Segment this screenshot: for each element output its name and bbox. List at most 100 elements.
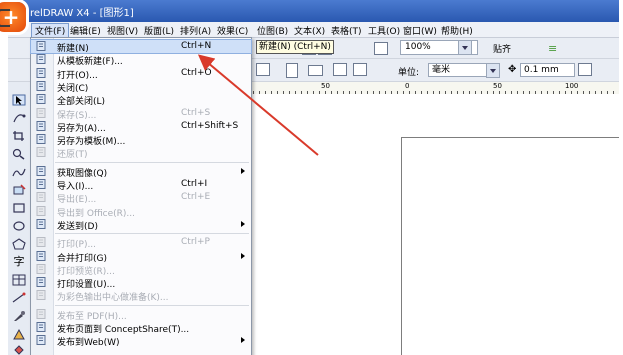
zoom-tool-icon[interactable] (12, 148, 26, 160)
menu-item-label: 为彩色输出中心做准备(K)... (57, 293, 169, 304)
menu-item[interactable]: 工具(O) (365, 24, 403, 37)
file-menu-item[interactable]: 打开(O)... Ctrl+O (31, 67, 251, 81)
print-preview-icon (36, 263, 47, 274)
file-menu-item[interactable]: 打印预览(R)... (31, 263, 251, 277)
file-menu-item[interactable]: 发布页面到 ConceptShare(T)... (31, 321, 251, 335)
table-tool-icon[interactable] (12, 274, 26, 286)
outline-tool-icon[interactable] (12, 328, 26, 340)
zoom-icon[interactable] (374, 42, 388, 55)
print-icon (36, 237, 47, 248)
submenu-arrow-icon (241, 220, 245, 227)
menu-item-label: 全部关闭(L) (57, 97, 106, 108)
file-menu-item[interactable]: 全部关闭(L) (31, 93, 251, 108)
file-menu-item[interactable]: 导入(I)... Ctrl+I (31, 178, 251, 192)
close-all-icon (36, 94, 47, 105)
menu-item-label: 合并打印(G) (57, 253, 107, 264)
shape-tool-icon[interactable] (12, 112, 26, 124)
smart-fill-tool-icon[interactable] (12, 184, 26, 196)
file-menu-item[interactable]: 从模板新建(F)... (31, 53, 251, 68)
menu-item-label: 打印设置(U)... (57, 280, 116, 291)
menu-item[interactable]: 编辑(E) (67, 24, 104, 37)
units-select[interactable]: 毫米 (428, 63, 489, 77)
snap-options-icon[interactable]: ≡ (548, 42, 560, 55)
menu-item[interactable]: 文件(F) (31, 23, 70, 38)
file-menu-item[interactable]: 另存为模板(M)... (31, 133, 251, 147)
menu-item-label: 打印(P)... (57, 240, 97, 251)
conceptshare-icon (36, 322, 47, 332)
file-menu-item[interactable]: 合并打印(G) (31, 250, 251, 264)
file-menu-item[interactable]: 获取图像(Q) (31, 165, 251, 179)
fill-tool-icon[interactable] (12, 344, 26, 355)
file-menu-item[interactable]: 为彩色输出中心做准备(K)... (31, 289, 251, 304)
menu-item[interactable]: 视图(V) (104, 24, 141, 37)
file-menu-item[interactable]: 新建(N) Ctrl+N (30, 39, 252, 54)
file-menu-item[interactable]: 发布到Web(W) (31, 334, 251, 348)
rectangle-tool-icon[interactable] (12, 202, 26, 214)
menu-item-label: 从模板新建(F)... (57, 57, 123, 68)
menu-item-shortcut: Ctrl+S (181, 107, 211, 118)
ruler-label: 100 (565, 82, 579, 90)
menu-item-label: 导入(I)... (57, 182, 94, 192)
ellipse-tool-icon[interactable] (12, 220, 26, 232)
new-tooltip: 新建(N) (Ctrl+N) (256, 40, 334, 54)
current-page-icon[interactable] (353, 63, 367, 76)
ruler-label: 0 (405, 82, 410, 90)
menu-item[interactable]: 表格(T) (328, 24, 365, 37)
open-folder-icon (36, 67, 47, 78)
import-icon (36, 179, 47, 189)
file-menu-item[interactable]: 打印设置(U)... (31, 276, 251, 291)
file-menu-item[interactable]: 导出(E)... Ctrl+E (31, 191, 251, 205)
page-border[interactable] (401, 137, 619, 355)
dimension-tool-icon[interactable] (12, 292, 26, 304)
menu-item-shortcut: Ctrl+E (181, 192, 211, 203)
landscape-icon[interactable] (308, 65, 323, 76)
text-tool-icon[interactable]: 字 (12, 256, 26, 268)
menu-item[interactable]: 帮助(H) (438, 24, 476, 37)
file-menu-item[interactable]: 另存为(A)... Ctrl+Shift+S (31, 120, 251, 134)
menu-item-label: 另存为(A)... (57, 123, 106, 134)
file-menu-item[interactable]: 保存(S)... Ctrl+S (31, 107, 251, 121)
eyedropper-tool-icon[interactable] (12, 310, 26, 322)
menu-separator (55, 161, 249, 163)
snap-to-button[interactable]: 贴齐 (493, 42, 511, 55)
submenu-arrow-icon (241, 337, 245, 344)
menu-item[interactable]: 排列(A) (177, 24, 214, 37)
zoom-dropdown-arrow-icon[interactable] (458, 40, 472, 55)
units-label: 单位: (398, 68, 420, 78)
export-icon (36, 192, 47, 203)
nudge-distance-input[interactable]: 0.1 mm (520, 63, 575, 77)
all-pages-icon[interactable] (333, 63, 347, 76)
menu-item[interactable]: 效果(C) (214, 24, 251, 37)
crop-tool-icon[interactable] (12, 130, 26, 142)
template-icon (36, 54, 47, 65)
ruler-label: 50 (321, 82, 330, 90)
nudge-spinner-icon[interactable] (578, 63, 592, 76)
menu-separator (55, 233, 249, 235)
menu-item-label: 获取图像(Q) (57, 168, 108, 179)
revert-icon (36, 147, 47, 158)
pick-tool-icon[interactable] (12, 94, 26, 106)
coreldraw-logo-icon[interactable] (0, 2, 26, 32)
page-size-icon[interactable] (256, 63, 270, 76)
save-as-icon (36, 120, 47, 131)
menu-item-shortcut: Ctrl+Shift+S (181, 120, 239, 131)
menu-item[interactable]: 窗口(W) (400, 24, 440, 37)
file-menu-item[interactable]: 还原(T) (31, 146, 251, 160)
menu-item-label: 关闭(C) (57, 83, 89, 94)
save-template-icon (36, 134, 47, 145)
file-menu-item[interactable]: 打印(P)... Ctrl+P (31, 236, 251, 251)
file-menu-item[interactable]: 发送到(D) (31, 218, 251, 232)
polygon-tool-icon[interactable] (12, 238, 26, 250)
file-menu-item[interactable]: 关闭(C) (31, 80, 251, 94)
menu-item-shortcut: Ctrl+I (181, 179, 208, 189)
file-menu-item[interactable]: 发布至 PDF(H)... (31, 308, 251, 322)
menu-item[interactable]: 版面(L) (141, 24, 177, 37)
publish-pdf-icon (36, 308, 47, 319)
menu-item[interactable]: 文本(X) (291, 24, 328, 37)
file-menu-dropdown: 新建(N) Ctrl+N 从模板新建(F)... 打开(O)... Ctrl+O 关闭(C… (30, 37, 252, 355)
menu-item[interactable]: 位图(B) (254, 24, 291, 37)
units-dropdown-arrow-icon[interactable] (486, 63, 500, 78)
file-menu-item[interactable]: 导出到 Office(R)... (31, 205, 251, 219)
portrait-icon[interactable] (286, 63, 298, 78)
freehand-tool-icon[interactable] (12, 166, 26, 178)
